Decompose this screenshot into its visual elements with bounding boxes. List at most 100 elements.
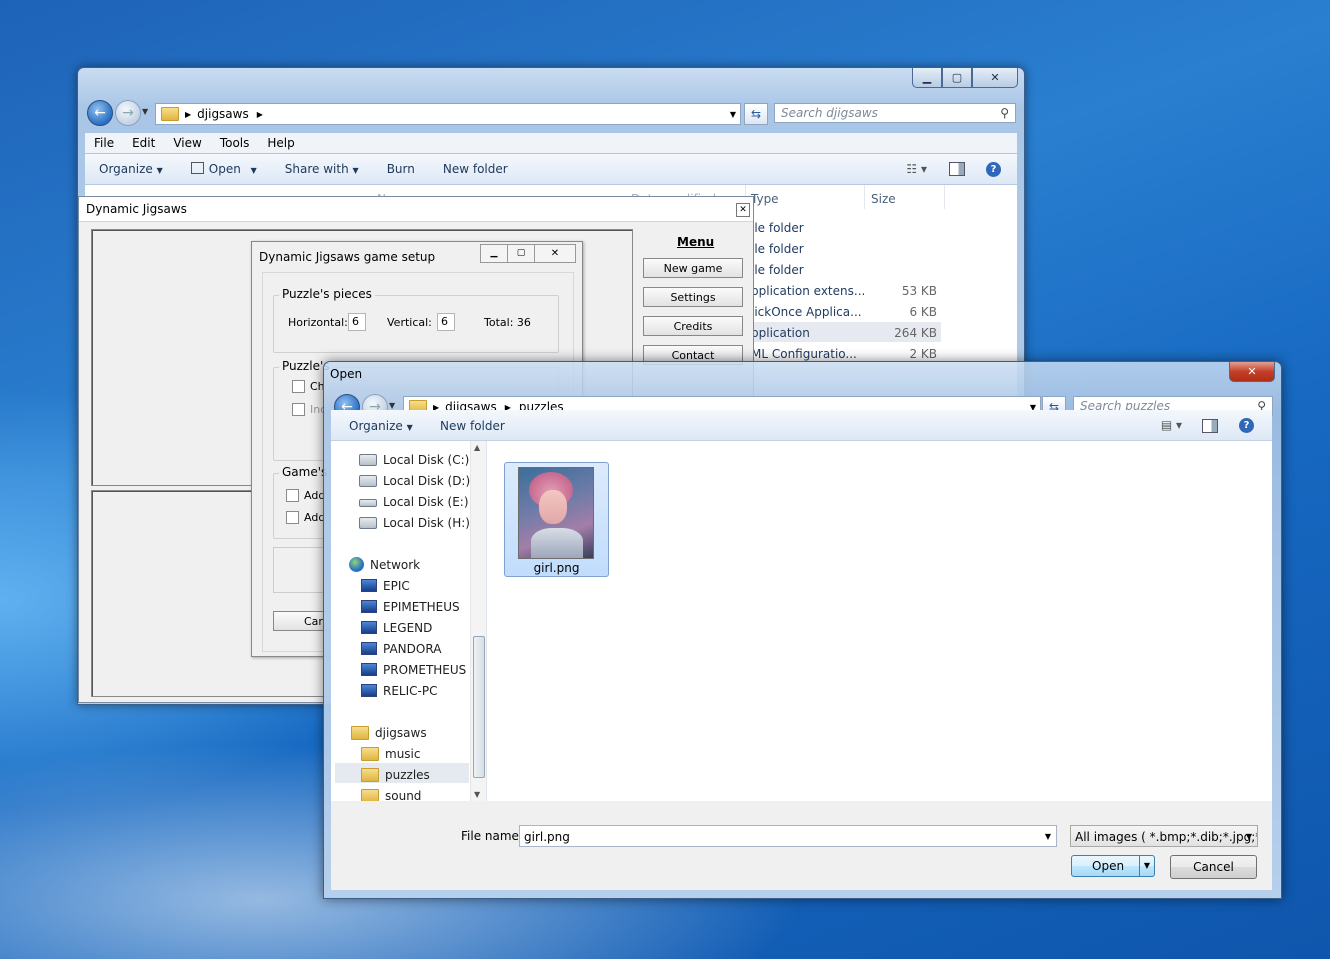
nav-computer-relic-pc[interactable]: RELIC-PC	[361, 680, 437, 701]
menu-file[interactable]: File	[85, 136, 123, 150]
nav-scrollbar[interactable]: ▲ ▼	[470, 441, 486, 801]
preview-pane-icon[interactable]	[949, 162, 965, 176]
chevron-down-icon[interactable]: ▼	[730, 110, 736, 119]
close-icon[interactable]: ✕	[736, 203, 750, 217]
nav-folder-sound[interactable]: sound	[361, 785, 421, 801]
forward-button[interactable]: →	[115, 100, 141, 126]
nav-drive-d[interactable]: Local Disk (D:)	[359, 470, 470, 491]
menu-edit[interactable]: Edit	[123, 136, 164, 150]
chevron-down-icon[interactable]: ▼	[1246, 826, 1252, 846]
help-icon[interactable]: ?	[1239, 418, 1254, 433]
search-icon[interactable]: ⚲	[1000, 106, 1009, 120]
nav-drive-e[interactable]: Local Disk (E:)	[359, 491, 469, 512]
file-type[interactable]: pplication extens...	[751, 284, 865, 298]
menu-tools[interactable]: Tools	[211, 136, 259, 150]
share-with-button[interactable]: Share with ▼	[271, 162, 373, 176]
nav-computer-epimetheus[interactable]: EPIMETHEUS	[361, 596, 460, 617]
back-button[interactable]: ←	[87, 100, 113, 126]
credits-button[interactable]: Credits	[643, 316, 743, 336]
close-button[interactable]: ✕	[1229, 362, 1275, 382]
minimize-button[interactable]: ▁	[480, 244, 508, 263]
scroll-down-icon[interactable]: ▼	[474, 790, 480, 799]
close-button[interactable]: ✕	[535, 244, 576, 263]
nav-folder-puzzles[interactable]: puzzles	[361, 764, 430, 785]
computer-icon	[361, 663, 377, 676]
picture-checkbox-2[interactable]	[292, 403, 305, 416]
filename-input[interactable]: girl.png ▼	[519, 825, 1057, 847]
folder-icon	[361, 746, 379, 761]
menu-view[interactable]: View	[164, 136, 210, 150]
help-icon[interactable]: ?	[986, 161, 1001, 177]
nav-label: music	[385, 746, 421, 761]
nav-computer-pandora[interactable]: PANDORA	[361, 638, 441, 659]
file-item-girl[interactable]: girl.png	[504, 462, 609, 577]
recent-pages-icon[interactable]: ▼	[389, 401, 395, 410]
network-icon	[349, 557, 364, 572]
new-folder-button[interactable]: New folder	[429, 162, 522, 176]
scroll-up-icon[interactable]: ▲	[474, 443, 480, 452]
nav-label: Network	[370, 557, 421, 572]
cancel-button[interactable]: Cancel	[1170, 855, 1257, 879]
game-checkbox-1[interactable]	[286, 489, 299, 502]
maximize-button[interactable]: ▢	[942, 68, 972, 88]
view-options-icon[interactable]: ☷ ▾	[906, 162, 927, 176]
nav-computer-legend[interactable]: LEGEND	[361, 617, 432, 638]
explorer-search-input[interactable]: Search djigsaws ⚲	[774, 103, 1016, 123]
nav-label: PANDORA	[383, 641, 442, 656]
nav-folder-djigsaws[interactable]: djigsaws	[351, 722, 427, 743]
nav-computer-prometheus[interactable]: PROMETHEUS	[361, 659, 466, 680]
folder-icon	[361, 788, 379, 801]
program-icon	[190, 162, 204, 174]
vertical-input[interactable]: 6	[437, 313, 455, 331]
total-pieces: Total: 36	[484, 316, 531, 329]
maximize-button[interactable]: ▢	[508, 244, 535, 263]
horizontal-input[interactable]: 6	[348, 313, 366, 331]
column-size[interactable]: Size	[871, 192, 896, 206]
file-type-filter[interactable]: All images ( *.bmp;*.dib;*.jpg;* ▼	[1070, 825, 1258, 847]
nav-folder-music[interactable]: music	[361, 743, 420, 764]
chevron-down-icon[interactable]: ▼	[1045, 826, 1051, 848]
chevron-right-icon: ▶	[256, 109, 263, 119]
open-button-label: Open	[1092, 859, 1125, 873]
computer-icon	[361, 684, 377, 697]
open-button[interactable]: Open ▼	[177, 162, 271, 176]
game-checkbox-2[interactable]	[286, 511, 299, 524]
view-options-icon[interactable]: ▤ ▾	[1161, 418, 1182, 432]
nav-network[interactable]: Network	[349, 554, 420, 575]
burn-button[interactable]: Burn	[373, 162, 429, 176]
chevron-down-icon[interactable]: ▼	[1139, 856, 1154, 876]
chevron-down-icon: ▼	[352, 166, 359, 175]
chevron-down-icon: ▼	[156, 166, 163, 175]
file-type[interactable]: ile folder	[751, 263, 804, 277]
nav-computer-epic[interactable]: EPIC	[361, 575, 410, 596]
settings-button[interactable]: Settings	[643, 287, 743, 307]
file-type[interactable]: ile folder	[751, 221, 804, 235]
close-button[interactable]: ✕	[972, 68, 1018, 88]
file-type[interactable]: ML Configuratio...	[751, 347, 857, 361]
nav-drive-h[interactable]: Local Disk (H:)	[359, 512, 470, 533]
address-bar[interactable]: ▶ djigsaws ▶ ▼	[155, 103, 741, 125]
organize-button[interactable]: Organize ▼	[85, 162, 177, 176]
open-button[interactable]: Open ▼	[1071, 855, 1155, 877]
file-type[interactable]: pplication	[751, 326, 810, 340]
preview-pane-icon[interactable]	[1202, 419, 1218, 433]
file-area: girl.png	[487, 441, 1272, 801]
explorer-menubar: File Edit View Tools Help	[85, 133, 1017, 153]
address-folder[interactable]: djigsaws	[197, 107, 249, 121]
recent-pages-icon[interactable]: ▼	[142, 107, 148, 116]
menu-help[interactable]: Help	[258, 136, 303, 150]
file-type[interactable]: ile folder	[751, 242, 804, 256]
new-game-button[interactable]: New game	[643, 258, 743, 278]
nav-label: EPIMETHEUS	[383, 599, 460, 614]
column-type[interactable]: Type	[751, 192, 779, 206]
nav-drive-c[interactable]: Local Disk (C:)	[359, 449, 469, 470]
file-type[interactable]: lickOnce Applica...	[751, 305, 862, 319]
open-dialog-title: Open	[330, 367, 363, 381]
scroll-thumb[interactable]	[473, 636, 485, 778]
refresh-icon[interactable]: ⇆	[744, 103, 768, 125]
new-folder-button[interactable]: New folder	[440, 419, 505, 433]
organize-button[interactable]: Organize ▼	[349, 419, 413, 433]
hard-drive-icon	[359, 474, 377, 487]
picture-checkbox-1[interactable]	[292, 380, 305, 393]
minimize-button[interactable]: ▁	[912, 68, 942, 88]
